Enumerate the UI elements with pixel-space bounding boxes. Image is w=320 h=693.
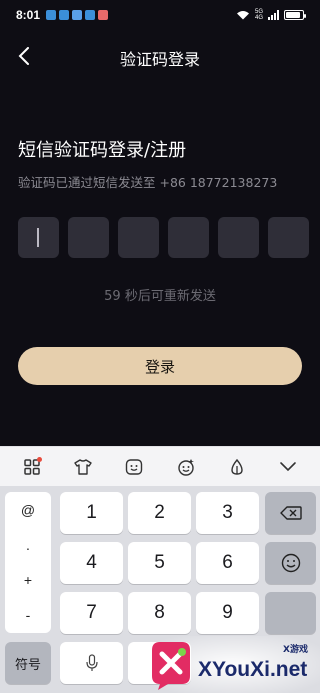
network-type-secondary: 4G — [254, 15, 263, 21]
watermark-brand: XYouXi.net — [198, 658, 307, 681]
code-box[interactable] — [268, 217, 309, 258]
sms-sent-notice: 验证码已通过短信发送至 +86 18772138273 — [18, 175, 278, 190]
watermark-logo: X游戏 XYouXi.net — [146, 636, 320, 693]
key-6[interactable]: 6 — [196, 542, 259, 584]
keyboard-toolbar — [0, 446, 320, 486]
calendar-icon — [72, 10, 82, 20]
login-heading: 短信验证码登录/注册 — [18, 140, 187, 161]
code-box[interactable] — [68, 217, 109, 258]
signal-icon — [268, 10, 279, 20]
page-title: 验证码登录 — [119, 50, 200, 69]
tshirt-icon[interactable] — [68, 452, 98, 482]
code-input-group[interactable] — [18, 217, 309, 258]
symbol-key[interactable]: + — [5, 562, 51, 597]
login-button[interactable]: 登录 — [18, 347, 302, 385]
grid-icon[interactable] — [17, 452, 47, 482]
key-8[interactable]: 8 — [128, 592, 191, 634]
key-1[interactable]: 1 — [60, 492, 123, 534]
collapse-chevron-icon[interactable] — [273, 452, 303, 482]
key-3[interactable]: 3 — [196, 492, 259, 534]
emoji-face-icon[interactable] — [119, 452, 149, 482]
wifi-icon — [236, 11, 249, 20]
watermark-tag: X游戏 — [283, 643, 308, 655]
code-box[interactable] — [118, 217, 159, 258]
microphone-icon — [85, 654, 98, 671]
code-box[interactable] — [168, 217, 209, 258]
symbol-key[interactable]: @ — [5, 492, 51, 527]
key-5[interactable]: 5 — [128, 542, 191, 584]
blank-function-key[interactable] — [265, 592, 316, 634]
symbol-key[interactable]: . — [5, 527, 51, 562]
cloud-icon — [46, 10, 56, 20]
key-7[interactable]: 7 — [60, 592, 123, 634]
emoji-key[interactable] — [265, 542, 316, 584]
cloud-icon — [85, 10, 95, 20]
symbols-key[interactable]: 符号 — [5, 642, 51, 684]
notification-dot — [36, 456, 42, 462]
notification-icons — [46, 10, 108, 20]
symbol-key[interactable]: - — [5, 597, 51, 632]
app-icon — [98, 10, 108, 20]
smiley-icon — [281, 553, 300, 573]
nav-header: 验证码登录 — [0, 38, 320, 74]
sticker-icon[interactable] — [171, 452, 201, 482]
status-bar: 8:01 5G 4G — [0, 0, 320, 32]
code-box[interactable] — [18, 217, 59, 258]
key-9[interactable]: 9 — [196, 592, 259, 634]
backspace-key[interactable] — [265, 492, 316, 534]
battery-icon — [284, 10, 306, 20]
key-2[interactable]: 2 — [128, 492, 191, 534]
voice-key[interactable] — [60, 642, 123, 684]
status-time: 8:01 — [16, 8, 41, 22]
resend-countdown: 59 秒后可重新发送 — [104, 289, 216, 304]
backspace-icon — [279, 506, 302, 520]
symbol-column: @ . + - — [5, 492, 51, 633]
cloud-icon — [59, 10, 69, 20]
code-box[interactable] — [218, 217, 259, 258]
key-4[interactable]: 4 — [60, 542, 123, 584]
handwrite-icon[interactable] — [222, 452, 252, 482]
